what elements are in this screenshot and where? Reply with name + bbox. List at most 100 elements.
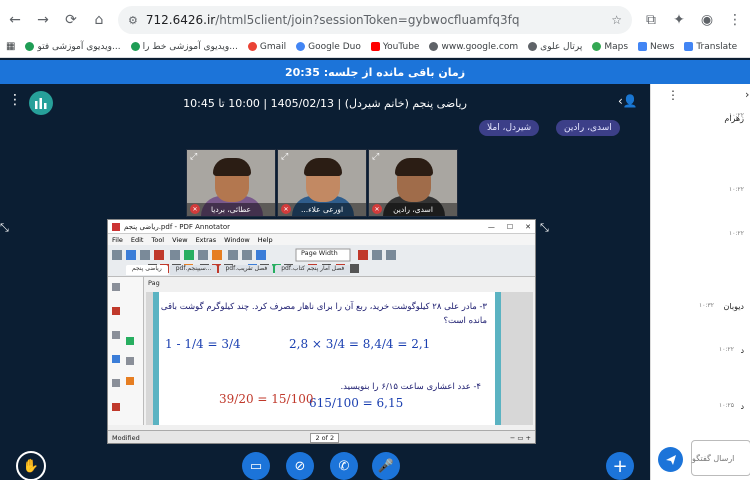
participant-tag-label: شیردل، املا (487, 123, 532, 133)
bookmark-item[interactable]: ویدیوی آموزشی فتو... (25, 41, 121, 52)
math-step-1: 1 - 1/4 = 3/4 (165, 337, 241, 351)
bookmark-label: YouTube (382, 41, 420, 52)
chat-close-icon[interactable]: › (745, 88, 749, 101)
video-off-button[interactable]: ⊘ (286, 452, 314, 480)
pdf-tab[interactable]: ...سیپنجم.pdf (169, 265, 218, 275)
bookmark-label: Translate (696, 41, 738, 52)
bookmark-label: Gmail (259, 41, 287, 52)
send-message-button[interactable] (658, 447, 683, 472)
pdf-page[interactable]: ۳- مادر علی ۲۸ کیلوگوشت خرید، ربع آن را … (153, 292, 501, 425)
translate-icon[interactable]: ⧉ (642, 12, 660, 28)
menu-item[interactable]: File (112, 236, 123, 244)
address-bar[interactable]: ⚙ 712.6426.ir/html5client/join?sessionTo… (118, 6, 632, 34)
zoom-select[interactable]: Page Width (301, 249, 338, 257)
screen-share[interactable]: ریاضی پنجم.pdf - PDF Annotator — ☐ ✕ Fil… (107, 219, 536, 444)
collapse-arrow-icon[interactable]: ⤡ (0, 221, 9, 235)
forward-icon[interactable]: → (34, 12, 52, 28)
url-host: 712.6426.ir (145, 13, 216, 27)
bookmarks-bar: ▦ ویدیوی آموزشی فتو... ویدیوی آموزشی خط … (0, 36, 750, 58)
webcam-video[interactable]: ⤢ اسدی، رادین ✕ (368, 149, 458, 217)
webcam-name: اسدی، رادین (393, 205, 433, 214)
fullscreen-icon[interactable]: ⤢ (190, 152, 197, 162)
google-duo-icon (296, 42, 306, 51)
news-icon (638, 42, 648, 51)
maps-icon (592, 42, 602, 51)
bookmark-item[interactable]: پرتال علوی (528, 42, 582, 52)
menu-item[interactable]: Help (258, 236, 273, 244)
chat-time: ۱۰:۲۲ (729, 112, 744, 119)
share-screen-button[interactable]: ▭ (242, 452, 270, 480)
maximize-icon[interactable]: ☐ (507, 223, 513, 231)
math-step-2: 2,8 × 3/4 = 8,4/4 = 2,1 (289, 337, 431, 351)
menu-item[interactable]: Extras (196, 236, 217, 244)
muted-mic-icon: ✕ (281, 204, 291, 214)
chat-time: ۱۰:۲۲ (719, 346, 734, 353)
chat-time: ۱۰:۲۵ (719, 402, 734, 409)
participant-tag[interactable]: شیردل، املا (479, 120, 540, 136)
zoom-controls[interactable]: − ▭ + (510, 434, 531, 442)
bookmark-item[interactable]: Gmail (247, 41, 287, 52)
bookmark-label: ویدیوی آموزشی فتو... (37, 41, 121, 52)
url-path: /html5client/join?sessionToken=gybwocflu… (215, 13, 520, 27)
pdf-tab[interactable]: فصل آمار پنجم کتاب.pdf (275, 265, 351, 275)
minimize-icon[interactable]: — (488, 223, 495, 231)
pdf-side-panel: Pag (108, 277, 160, 425)
bookmark-item[interactable]: Google Duo (296, 42, 361, 52)
chat-time: ۱۰:۲۲ (729, 230, 744, 237)
webcam-video[interactable]: ⤢ اورعی علاء... ✕ (277, 149, 367, 217)
user-list-icon[interactable]: ‹👤 (618, 94, 638, 112)
bookmark-item[interactable]: Maps (592, 42, 628, 52)
apps-icon[interactable]: ▦ (6, 41, 15, 52)
plus-icon: + (612, 455, 628, 477)
minimize-presentation-icon[interactable]: ⤡ (540, 221, 549, 235)
browser-menu-icon[interactable]: ⋮ (726, 12, 744, 28)
fullscreen-icon[interactable]: ⤢ (281, 152, 288, 162)
webcam-video[interactable]: ⤢ عطائی، برديا ✕ (186, 149, 276, 217)
globe-icon (429, 42, 439, 51)
bookmark-item[interactable]: Translate (684, 42, 737, 52)
pdf-tab[interactable]: فصل تقریب.pdf (219, 265, 274, 275)
chat-input[interactable]: ارسال گفتگو (691, 440, 750, 476)
problem-4-text: ۴- عدد اعشاری ساعت ۶/۱۵ را بنویسید. (340, 382, 481, 392)
bookmark-label: www.google.com (441, 41, 519, 52)
bookmark-label: Google Duo (308, 41, 361, 52)
menu-item[interactable]: Window (224, 236, 250, 244)
profile-icon[interactable]: ◉ (698, 12, 716, 28)
close-icon[interactable]: ✕ (525, 223, 531, 231)
bookmark-item[interactable]: www.google.com (429, 42, 518, 52)
pdf-app-icon (112, 222, 120, 231)
pdf-tab[interactable]: ریاضی پنجم (126, 265, 168, 275)
meeting-title: ریاضی پنجم (خانم شیردل) | 1405/02/13 | 1… (0, 92, 650, 114)
raise-hand-button[interactable]: ✋ (16, 451, 46, 480)
participant-tag-label: اسدی، رادین (564, 123, 612, 133)
actions-plus-button[interactable]: + (606, 452, 634, 480)
phone-button[interactable]: ✆ (330, 452, 358, 480)
back-icon[interactable]: ← (6, 12, 24, 28)
bookmark-item[interactable]: News (638, 42, 674, 52)
page-indicator[interactable]: 2 of 2 (310, 432, 340, 443)
browser-toolbar: ← → ⟳ ⌂ ⚙ 712.6426.ir/html5client/join?s… (0, 0, 750, 40)
menu-item[interactable]: Tool (151, 236, 164, 244)
participant-tag[interactable]: اسدی، رادین (556, 120, 620, 136)
phone-icon: ✆ (338, 458, 350, 474)
chat-options-icon[interactable]: ⋮ (667, 88, 679, 102)
menu-item[interactable]: Edit (131, 236, 144, 244)
menu-item[interactable]: View (172, 236, 187, 244)
bookmark-star-icon[interactable]: ☆ (611, 13, 622, 27)
fullscreen-icon[interactable]: ⤢ (372, 152, 379, 162)
bookmark-item[interactable]: ویدیوی آموزشی خط را... (130, 42, 238, 52)
reload-icon[interactable]: ⟳ (62, 12, 80, 28)
extension-icon[interactable]: ✦ (670, 12, 688, 28)
home-icon[interactable]: ⌂ (90, 12, 108, 28)
hand-icon: ✋ (22, 458, 40, 474)
chat-input-placeholder: ارسال گفتگو (692, 453, 735, 463)
microphone-button[interactable]: 🎤 (372, 452, 400, 480)
meeting-title-text: ریاضی پنجم (خانم شیردل) | 1405/02/13 | 1… (183, 96, 467, 110)
pdf-window-title: ریاضی پنجم.pdf - PDF Annotator (124, 222, 231, 231)
bookmark-favicon-icon (25, 42, 35, 51)
bookmark-favicon-icon (130, 42, 140, 51)
site-info-icon[interactable]: ⚙ (128, 14, 138, 27)
globe-icon (528, 42, 538, 51)
bookmark-item[interactable]: YouTube (370, 41, 420, 52)
pdf-menubar: File Edit Tool View Extras Window Help (108, 234, 535, 245)
